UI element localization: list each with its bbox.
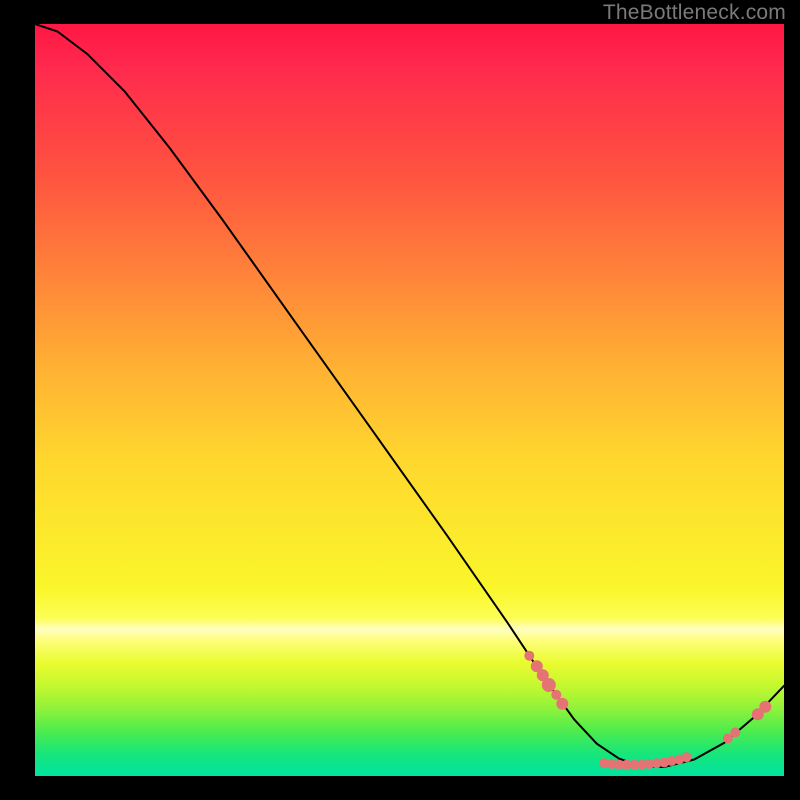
chart-stage: TheBottleneck.com (0, 0, 800, 800)
plot-overlay (35, 24, 784, 776)
data-point (759, 701, 771, 713)
data-point (556, 698, 568, 710)
data-point (524, 651, 534, 661)
data-point (682, 752, 692, 762)
data-points (524, 651, 771, 770)
bottleneck-curve (35, 24, 784, 767)
data-point (542, 678, 556, 692)
data-point (551, 690, 561, 700)
data-point (730, 727, 740, 737)
watermark-text: TheBottleneck.com (603, 1, 786, 25)
